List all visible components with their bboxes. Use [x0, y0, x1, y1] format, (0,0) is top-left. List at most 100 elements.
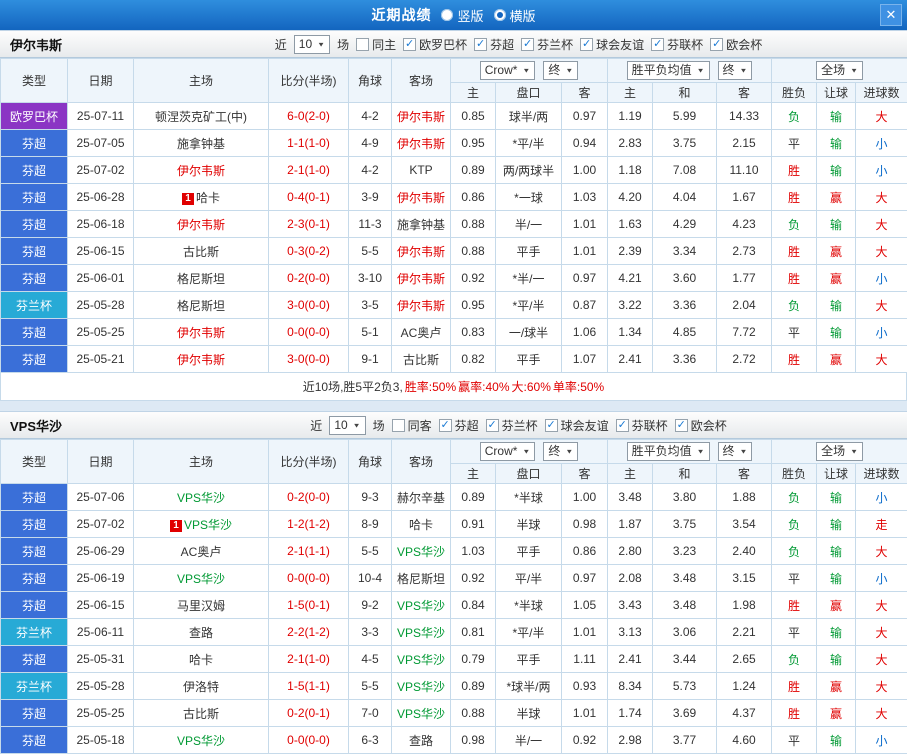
handicap-cell: *平/半 — [496, 130, 562, 157]
result-cell: 平 — [772, 319, 817, 346]
score-cell: 0-3(0-2) — [269, 238, 349, 265]
filter-checkbox-label: 芬兰杯 — [537, 36, 573, 53]
column-subheader: 进球数 — [856, 83, 907, 103]
odds-company-select[interactable]: Crow*▼ — [480, 442, 536, 461]
home-odds-cell: 0.82 — [451, 346, 496, 373]
home-team-cell: 格尼斯坦 — [134, 265, 269, 292]
away-team-name: 施拿钟基 — [397, 218, 445, 232]
filter-checkbox[interactable]: ✓芬联杯 — [651, 36, 703, 53]
column-header: 比分(半场) — [269, 440, 349, 484]
odds-header-group: Crow*▼ 终▼ — [451, 440, 608, 464]
avg-away-cell: 1.77 — [717, 265, 772, 292]
filter-checkbox[interactable]: ✓欧会杯 — [675, 417, 727, 434]
handicap-cell: *平/半 — [496, 619, 562, 646]
avg-home-cell: 1.74 — [608, 700, 653, 727]
match-type-cell: 芬超 — [1, 592, 68, 619]
scope-select[interactable]: 全场▼ — [816, 442, 863, 461]
filter-checkbox[interactable]: ✓球会友谊 — [580, 36, 644, 53]
odds-stage-select[interactable]: 终▼ — [543, 61, 578, 80]
column-subheader: 进球数 — [856, 464, 907, 484]
avg-draw-cell: 3.34 — [653, 238, 717, 265]
goals-result-cell: 小 — [856, 265, 907, 292]
avg-stage-select[interactable]: 终▼ — [718, 442, 753, 461]
filter-checkbox[interactable]: ✓芬超 — [439, 417, 479, 434]
avg-home-cell: 3.22 — [608, 292, 653, 319]
away-odds-cell: 0.86 — [562, 538, 608, 565]
corners-cell: 10-4 — [349, 565, 392, 592]
result-cell: 负 — [772, 484, 817, 511]
chevron-down-icon: ▼ — [697, 65, 705, 77]
filter-checkbox[interactable]: ✓欧会杯 — [710, 36, 762, 53]
match-row: 芬超25-07-021VPS华沙1-2(1-2)8-9哈卡0.91半球0.981… — [1, 511, 907, 538]
column-subheader: 盘口 — [496, 83, 562, 103]
recent-count-select[interactable]: 10▼ — [294, 35, 330, 54]
score-cell: 2-2(1-2) — [269, 619, 349, 646]
away-team-name: 哈卡 — [409, 518, 433, 532]
goals-result-cell: 大 — [856, 619, 907, 646]
result-cell: 负 — [772, 511, 817, 538]
match-row: 芬超25-06-18伊尔韦斯2-3(0-1)11-3施拿钟基0.88半/一1.0… — [1, 211, 907, 238]
score-cell: 1-1(1-0) — [269, 130, 349, 157]
avg-away-cell: 2.72 — [717, 346, 772, 373]
filter-checkbox[interactable]: ✓芬兰杯 — [521, 36, 573, 53]
avg-draw-cell: 5.99 — [653, 103, 717, 130]
result-cell: 胜 — [772, 346, 817, 373]
match-date-cell: 25-07-05 — [68, 130, 134, 157]
score-cell: 1-5(1-1) — [269, 673, 349, 700]
column-header: 日期 — [68, 59, 134, 103]
home-team-cell: 格尼斯坦 — [134, 292, 269, 319]
checkbox-icon: ✓ — [616, 419, 629, 432]
odds-company-select[interactable]: Crow*▼ — [480, 61, 536, 80]
handicap-cell: 平/半 — [496, 565, 562, 592]
avg-away-cell: 4.37 — [717, 700, 772, 727]
away-team-name: 古比斯 — [403, 353, 439, 367]
match-type-cell: 芬兰杯 — [1, 619, 68, 646]
avg-odds-select[interactable]: 胜平负均值▼ — [627, 442, 710, 461]
home-team-cell: AC奥卢 — [134, 538, 269, 565]
avg-stage-select[interactable]: 终▼ — [718, 61, 753, 80]
avg-draw-cell: 4.85 — [653, 319, 717, 346]
filter-checkbox[interactable]: ✓芬超 — [474, 36, 514, 53]
column-header: 类型 — [1, 440, 68, 484]
handicap-cell: *半球 — [496, 592, 562, 619]
home-odds-cell: 0.91 — [451, 511, 496, 538]
filter-checkbox[interactable]: ✓芬兰杯 — [486, 417, 538, 434]
odds-stage-select[interactable]: 终▼ — [543, 442, 578, 461]
match-row: 芬兰杯25-05-28格尼斯坦3-0(0-0)3-5伊尔韦斯0.95*平/半0.… — [1, 292, 907, 319]
avg-home-cell: 3.13 — [608, 619, 653, 646]
scope-select[interactable]: 全场▼ — [816, 61, 863, 80]
filter-checkbox[interactable]: 同客 — [392, 417, 432, 434]
avg-odds-select[interactable]: 胜平负均值▼ — [627, 61, 710, 80]
avg-header-group: 胜平负均值▼ 终▼ — [608, 59, 772, 83]
handicap-result-cell: 输 — [817, 130, 856, 157]
match-date-cell: 25-05-21 — [68, 346, 134, 373]
layout-option[interactable]: 横版 — [494, 6, 536, 25]
column-subheader: 胜负 — [772, 464, 817, 484]
filter-checkbox[interactable]: 同主 — [356, 36, 396, 53]
corners-cell: 8-9 — [349, 511, 392, 538]
filter-checkbox[interactable]: ✓芬联杯 — [616, 417, 668, 434]
close-button[interactable]: ✕ — [880, 4, 902, 26]
filter-checkbox[interactable]: ✓欧罗巴杯 — [403, 36, 467, 53]
avg-home-cell: 4.21 — [608, 265, 653, 292]
layout-option[interactable]: 竖版 — [441, 6, 483, 25]
away-team-name: VPS华沙 — [397, 599, 445, 613]
match-row: 芬超25-05-18VPS华沙0-0(0-0)6-3查路0.98半/一0.922… — [1, 727, 907, 754]
away-team-name: VPS华沙 — [397, 545, 445, 559]
result-cell: 负 — [772, 103, 817, 130]
avg-home-cell: 1.19 — [608, 103, 653, 130]
filter-checkbox[interactable]: ✓球会友谊 — [545, 417, 609, 434]
score-cell: 0-2(0-0) — [269, 484, 349, 511]
home-team-name: 伊尔韦斯 — [177, 164, 225, 178]
column-header: 角球 — [349, 59, 392, 103]
checkbox-icon — [392, 419, 405, 432]
chevron-down-icon: ▼ — [740, 65, 748, 77]
match-row: 欧罗巴杯25-07-11顿涅茨克矿工(中)6-0(2-0)4-2伊尔韦斯0.85… — [1, 103, 907, 130]
avg-draw-cell: 3.60 — [653, 265, 717, 292]
home-odds-cell: 0.98 — [451, 727, 496, 754]
match-type-cell: 芬超 — [1, 238, 68, 265]
recent-count-select[interactable]: 10▼ — [329, 416, 365, 435]
match-type-cell: 芬超 — [1, 646, 68, 673]
avg-away-cell: 3.15 — [717, 565, 772, 592]
avg-home-cell: 1.87 — [608, 511, 653, 538]
